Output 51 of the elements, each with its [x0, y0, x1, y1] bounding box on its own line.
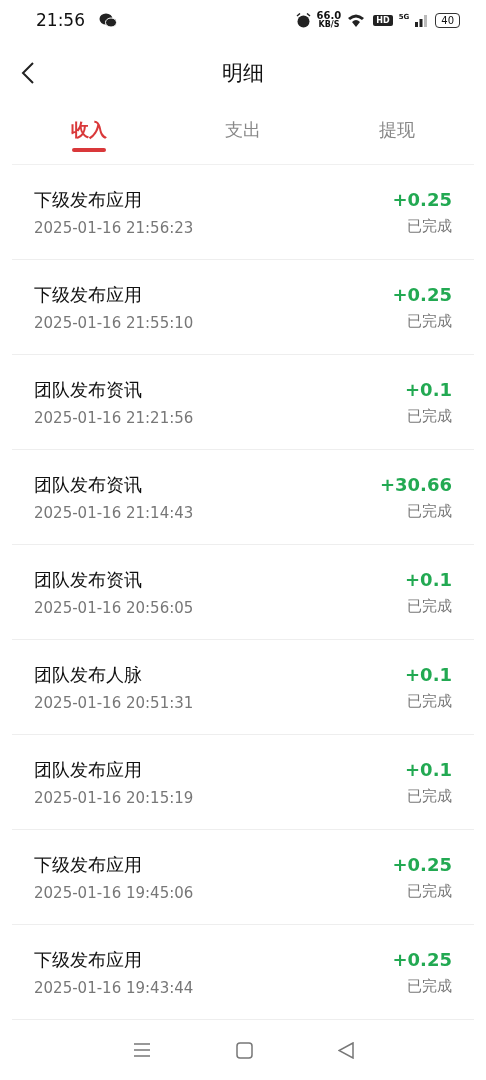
chat-icon — [99, 12, 117, 28]
alarm-icon — [295, 12, 311, 28]
record-title: 下级发布应用 — [34, 947, 143, 972]
record-time: 2025-01-16 20:51:31 — [34, 693, 194, 712]
record-time: 2025-01-16 20:15:19 — [34, 788, 194, 807]
record-time: 2025-01-16 21:14:43 — [34, 503, 194, 522]
net-unit: KB/S — [318, 21, 340, 29]
record-time: 2025-01-16 21:55:10 — [34, 313, 194, 332]
record-status: 已完成 — [407, 406, 452, 426]
net-speed: 66.0 — [316, 11, 342, 21]
record-amount: +0.25 — [392, 853, 452, 875]
record-title: 下级发布应用 — [34, 187, 143, 212]
record-title: 下级发布应用 — [34, 282, 143, 307]
record-status: 已完成 — [407, 691, 452, 711]
record-time: 2025-01-16 21:21:56 — [34, 408, 194, 427]
status-time: 21:56 — [36, 10, 85, 30]
battery-level: 40 — [435, 12, 460, 28]
record-status: 已完成 — [407, 501, 452, 521]
record-amount: +0.25 — [392, 283, 452, 305]
hd-badge: HD — [373, 14, 393, 26]
signal-icon — [415, 13, 430, 27]
record-status: 已完成 — [407, 976, 452, 996]
home-icon[interactable] — [235, 1041, 253, 1059]
record-time: 2025-01-16 19:43:44 — [34, 978, 194, 997]
record-title: 团队发布资讯 — [34, 472, 143, 497]
back-icon[interactable] — [20, 61, 36, 85]
record-amount: +0.25 — [392, 188, 452, 210]
record-time: 2025-01-16 19:45:06 — [34, 883, 194, 902]
record-status: 已完成 — [407, 216, 452, 236]
record-time: 2025-01-16 20:56:05 — [34, 598, 194, 617]
record-title: 下级发布应用 — [34, 852, 143, 877]
record-title: 团队发布资讯 — [34, 567, 143, 592]
record-title: 团队发布应用 — [34, 757, 143, 782]
record-amount: +0.1 — [405, 758, 452, 780]
page-title: 明细 — [222, 60, 264, 87]
record-time: 2025-01-16 21:56:23 — [34, 218, 194, 237]
record-status: 已完成 — [407, 881, 452, 901]
record-title: 团队发布资讯 — [34, 377, 143, 402]
record-status: 已完成 — [407, 596, 452, 616]
record-amount: +0.25 — [392, 948, 452, 970]
record-title: 团队发布人脉 — [34, 662, 143, 687]
record-amount: +30.66 — [379, 473, 452, 495]
record-amount: +0.1 — [405, 378, 452, 400]
record-status: 已完成 — [407, 786, 452, 806]
tab[interactable]: 支出 — [225, 118, 261, 156]
record-status: 已完成 — [407, 311, 452, 331]
tab[interactable]: 收入 — [71, 118, 107, 156]
record-amount: +0.1 — [405, 663, 452, 685]
tab[interactable]: 提现 — [379, 118, 415, 156]
record-amount: +0.1 — [405, 568, 452, 590]
menu-icon[interactable] — [132, 1042, 151, 1058]
